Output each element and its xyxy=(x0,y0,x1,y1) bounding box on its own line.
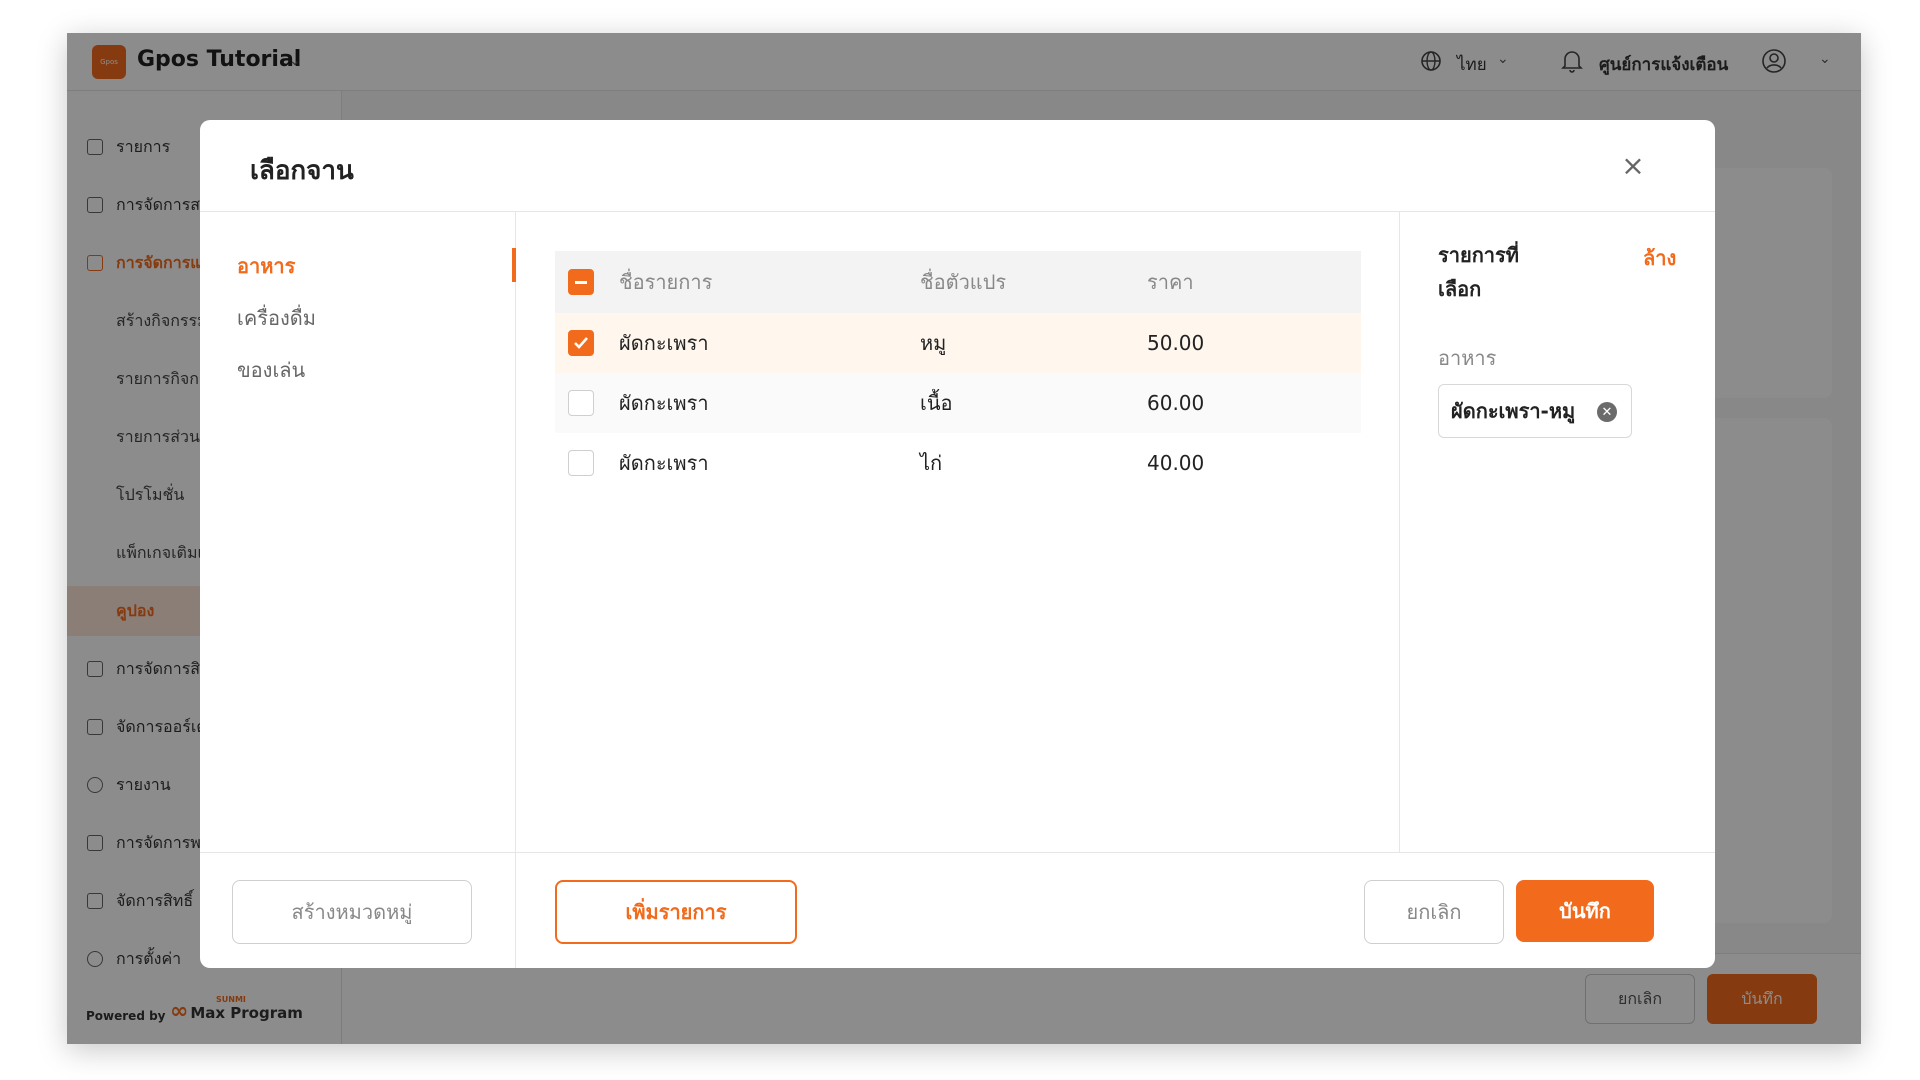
cell-price: 40.00 xyxy=(1147,451,1205,475)
selected-items-title: รายการที่เลือก xyxy=(1438,243,1519,301)
close-icon[interactable]: × xyxy=(1618,149,1648,182)
modal-title: เลือกจาน xyxy=(250,156,354,186)
select-all-checkbox[interactable] xyxy=(568,269,594,295)
selected-group-label: อาหาร xyxy=(1438,346,1497,370)
selected-item-tag-label: ผัดกะเพรา-หมู xyxy=(1451,399,1576,423)
create-category-button[interactable]: สร้างหมวดหมู่ xyxy=(232,880,472,944)
table-row[interactable]: ผัดกะเพรา หมู 50.00 xyxy=(555,313,1361,373)
table-row[interactable]: ผัดกะเพรา เนื้อ 60.00 xyxy=(555,373,1361,433)
selected-items-panel xyxy=(1399,212,1715,852)
category-drinks[interactable]: เครื่องดื่ม xyxy=(200,298,516,338)
cancel-button[interactable]: ยกเลิก xyxy=(1364,880,1504,944)
selected-item-tag: ผัดกะเพรา-หมู ✕ xyxy=(1438,384,1632,438)
footer-divider xyxy=(200,852,1715,853)
add-item-button[interactable]: เพิ่มรายการ xyxy=(555,880,797,944)
cell-name: ผัดกะเพรา xyxy=(619,331,709,355)
header-variant: ชื่อตัวแปร xyxy=(920,270,1007,294)
row-checkbox[interactable] xyxy=(568,450,594,476)
cell-price: 50.00 xyxy=(1147,331,1205,355)
cell-variant: เนื้อ xyxy=(920,391,953,415)
category-list: อาหาร เครื่องดื่ม ของเล่น xyxy=(200,212,516,968)
header-name: ชื่อรายการ xyxy=(619,270,713,294)
table-header: ชื่อรายการ ชื่อตัวแปร ราคา xyxy=(555,251,1361,313)
cell-name: ผัดกะเพรา xyxy=(619,391,709,415)
row-checkbox[interactable] xyxy=(568,330,594,356)
check-icon xyxy=(574,337,588,349)
category-toys[interactable]: ของเล่น xyxy=(200,350,516,390)
cell-variant: หมู xyxy=(920,331,947,355)
select-dish-modal: เลือกจาน × อาหาร เครื่องดื่ม ของเล่น ชื่… xyxy=(200,120,1715,968)
cell-price: 60.00 xyxy=(1147,391,1205,415)
cell-variant: ไก่ xyxy=(920,451,943,475)
modal-header: เลือกจาน × xyxy=(200,120,1715,212)
row-checkbox[interactable] xyxy=(568,390,594,416)
clear-selection-button[interactable]: ล้าง xyxy=(1643,242,1676,274)
table-row[interactable]: ผัดกะเพรา ไก่ 40.00 xyxy=(555,433,1361,493)
header-price: ราคา xyxy=(1147,270,1194,294)
minus-icon xyxy=(575,280,587,284)
cell-name: ผัดกะเพรา xyxy=(619,451,709,475)
remove-tag-icon[interactable]: ✕ xyxy=(1597,402,1617,422)
category-food[interactable]: อาหาร xyxy=(200,246,516,286)
save-button[interactable]: บันทึก xyxy=(1516,880,1654,942)
